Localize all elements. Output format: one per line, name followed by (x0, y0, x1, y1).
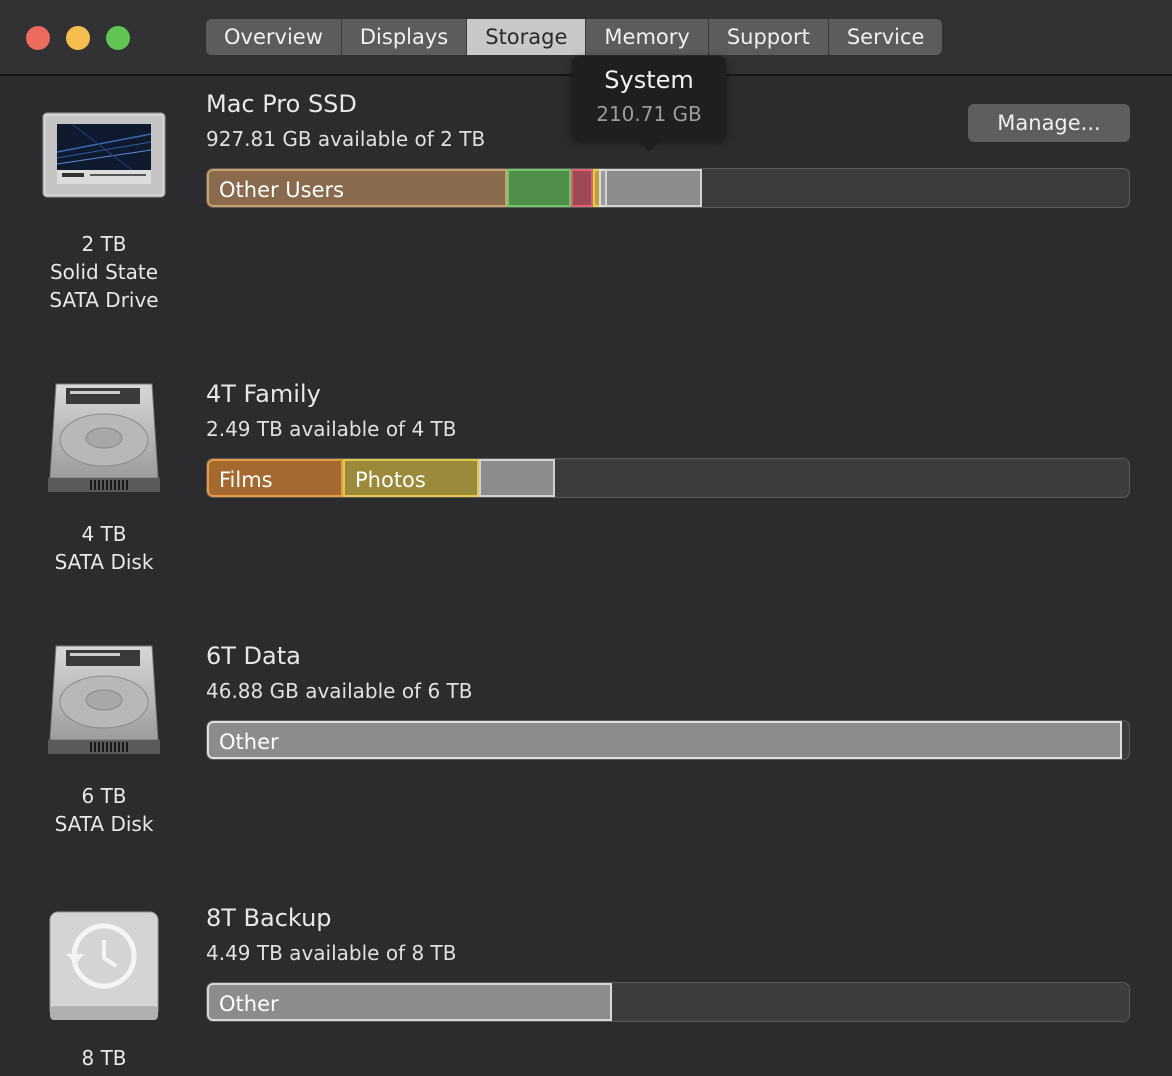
storage-bar: Other Users (206, 168, 1130, 208)
segment-tooltip: System 210.71 GB (572, 56, 726, 152)
storage-bar: Films Photos (206, 458, 1130, 498)
storage-segment[interactable]: Other (207, 983, 612, 1021)
drive-caption: 4 TB SATA Disk (54, 522, 154, 574)
storage-bar: Other (206, 982, 1130, 1022)
ssd-icon (42, 112, 166, 198)
tab-memory[interactable]: Memory (586, 19, 709, 55)
zoom-window-button[interactable] (106, 26, 130, 50)
tooltip-title: System (604, 66, 694, 94)
storage-segment[interactable]: Other (207, 721, 1122, 759)
storage-segment[interactable] (479, 459, 555, 497)
storage-segment[interactable]: Other Users (207, 169, 507, 207)
storage-segment[interactable] (571, 169, 593, 207)
storage-segment[interactable] (507, 169, 571, 207)
close-window-button[interactable] (26, 26, 50, 50)
storage-segment[interactable]: Films (207, 459, 343, 497)
minimize-window-button[interactable] (66, 26, 90, 50)
volume-available: 4.49 TB available of 8 TB (206, 941, 457, 965)
volume-name: 4T Family (206, 380, 321, 408)
tab-support[interactable]: Support (708, 19, 829, 55)
manage-button[interactable]: Manage... (968, 104, 1130, 142)
hard-disk-icon (48, 383, 160, 492)
storage-bar: Other (206, 720, 1130, 760)
volume-available: 927.81 GB available of 2 TB (206, 127, 486, 151)
drive-caption: 6 TB SATA Disk (54, 784, 154, 836)
tab-overview[interactable]: Overview (206, 19, 342, 55)
storage-segment[interactable] (605, 169, 702, 207)
storage-segment[interactable]: Photos (343, 459, 479, 497)
drive-caption: 2 TB Solid State SATA Drive (49, 232, 159, 312)
time-machine-disk-icon (49, 911, 159, 1020)
volume-name: 6T Data (206, 642, 301, 670)
volume-name: 8T Backup (206, 904, 332, 932)
volume-available: 2.49 TB available of 4 TB (206, 417, 457, 441)
volume-available: 46.88 GB available of 6 TB (206, 679, 473, 703)
tooltip-value: 210.71 GB (596, 102, 702, 126)
tab-displays[interactable]: Displays (341, 19, 468, 55)
tab-bar: Overview Displays Storage Memory Support… (206, 19, 943, 55)
drive-caption: 8 TB (81, 1046, 127, 1070)
volume-name: Mac Pro SSD (206, 90, 357, 118)
hard-disk-icon (48, 645, 160, 754)
tab-storage[interactable]: Storage (467, 19, 587, 55)
tab-service[interactable]: Service (828, 19, 943, 55)
